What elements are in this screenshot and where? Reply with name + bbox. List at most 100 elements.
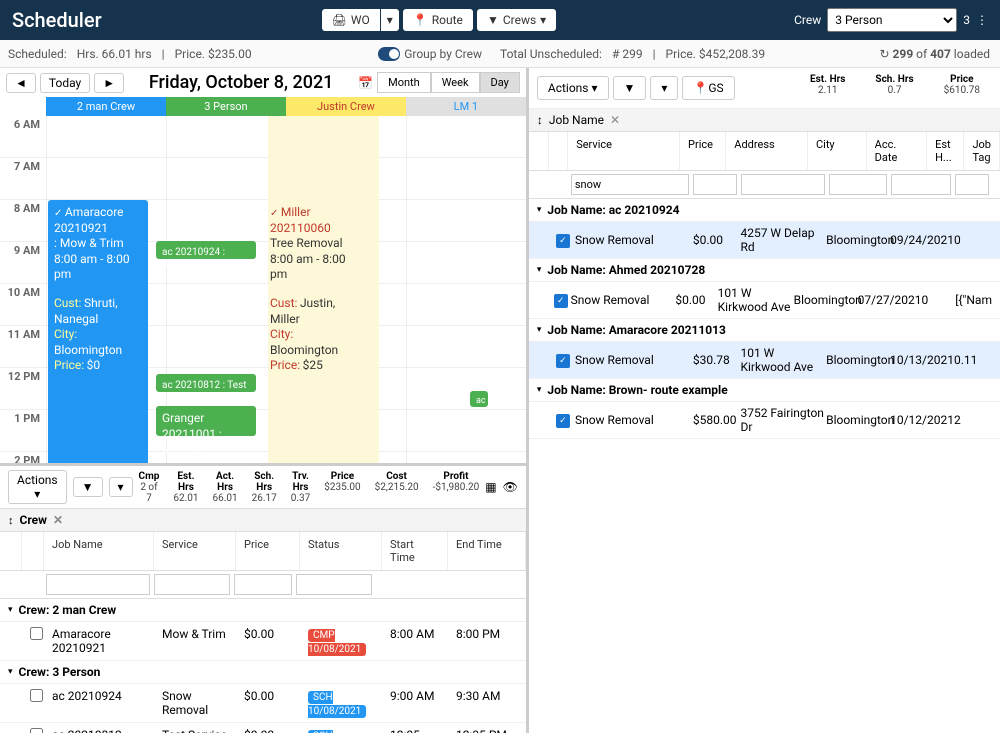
right-column: Actions ▾ ▼ ▾ 📍GS Est. Hrs2.11Sch. Hrs0.… [529,68,1000,733]
rcol-price[interactable]: Price [680,132,726,170]
today-button[interactable]: Today [40,73,90,93]
group-toggle[interactable] [378,47,400,61]
group-row[interactable]: ▾Crew: 2 man Crew [0,599,526,622]
jobname-row[interactable]: ▾Job Name: Amaracore 20211013 [529,319,1000,342]
event-ac2[interactable]: ac 20210812 : Test [156,374,256,392]
filter-service[interactable] [154,574,230,595]
loaded-status: ↻ 299 of 407 loaded [880,47,991,61]
col-price[interactable]: Price [236,532,300,570]
crew-select[interactable]: 3 Person [827,8,957,32]
bottom-grid: Actions ▾ ▼ ▾ Cmp2 of 7Est. Hrs62.01Act.… [0,463,526,733]
next-button[interactable]: ► [94,73,124,93]
event-miller[interactable]: ✓ Miller 202110060 Tree Removal 8:00 am … [264,200,364,463]
crew-head-2[interactable]: 3 Person [166,97,286,116]
unscheduled-label: Total Unscheduled: [500,47,602,61]
bottom-filter-row [0,571,526,599]
r-filter-caret[interactable]: ▾ [650,76,678,100]
eye-icon[interactable]: 👁 [503,480,518,494]
right-summary: Est. Hrs2.11Sch. Hrs0.7Price$610.78 [798,74,992,102]
rcol-tag[interactable]: Job Tag [964,132,1000,170]
refresh-icon[interactable]: ↻ [880,47,890,61]
event-ac1[interactable]: ac 20210924 : Snow [156,241,256,259]
right-toolbar: Actions ▾ ▼ ▾ 📍GS Est. Hrs2.11Sch. Hrs0.… [529,68,1000,109]
checkbox[interactable]: ✓ [556,234,570,248]
scheduled-hrs: Hrs. 66.01 hrs [77,47,152,61]
right-filter-row [529,171,1000,199]
top-bar: Scheduler 🖨 WO ▾ 📍 Route ▼ Crews ▾ Crew … [0,0,1000,40]
close-icon[interactable]: ✕ [53,513,63,527]
unscheduled-count: # 299 [612,47,643,61]
table-row[interactable]: ✓Snow Removal$0.00101 W Kirkwood AveBloo… [529,282,1000,319]
hour-row: 6 AM [0,116,526,158]
group-row[interactable]: ▾Crew: 3 Person [0,661,526,684]
checkbox[interactable]: ✓ [554,294,568,308]
rcol-service[interactable]: Service [568,132,680,170]
col-service[interactable]: Service [154,532,236,570]
filter-r-city[interactable] [829,174,887,195]
filter-jobname[interactable] [46,574,150,595]
crews-button[interactable]: ▼ Crews ▾ [477,9,556,31]
table-row[interactable]: Amaracore 20210921Mow & Trim$0.00CMP 10/… [0,622,526,661]
group-crew: ↕ Crew ✕ [0,508,526,532]
top-buttons: 🖨 WO ▾ 📍 Route ▼ Crews ▾ [322,9,557,31]
sub-bar-right: Total Unscheduled: # 299| Price. $452,20… [490,40,1000,67]
crew-head-4[interactable]: LM 1 [406,97,526,116]
week-view[interactable]: Week [431,72,480,93]
filter-caret[interactable]: ▾ [109,477,133,497]
rcol-city[interactable]: City [808,132,867,170]
filter-r-price[interactable] [693,174,737,195]
filter-button[interactable]: ▼ [73,477,103,497]
table-row[interactable]: ac 20210812Test Service$0.00SCH 10/08/20… [0,723,526,733]
route-button[interactable]: 📍 Route [403,9,473,31]
filter-price[interactable] [234,574,292,595]
checkbox[interactable]: ✓ [556,354,570,368]
event-granger[interactable]: Granger 20211001 :Mowing [156,406,256,436]
col-jobname[interactable]: Job Name [44,532,154,570]
jobname-row[interactable]: ▾Job Name: Ahmed 20210728 [529,259,1000,282]
grid-icon[interactable]: ▦ [485,480,496,494]
event-ac3[interactable]: ac [470,391,488,407]
month-view[interactable]: Month [377,72,431,93]
app-title: Scheduler [12,8,102,32]
table-row[interactable]: ac 20210924Snow Removal$0.00SCH 10/08/20… [0,684,526,723]
jobname-group: ↕ Job Name ✕ [529,109,1000,132]
crew-head-1[interactable]: 2 man Crew [46,97,166,116]
r-filter[interactable]: ▼ [613,76,647,100]
rcol-date[interactable]: Acc. Date [867,132,927,170]
calendar-icon[interactable]: 📅 [358,76,373,90]
day-view[interactable]: Day [480,72,520,93]
crew-selector: Crew 3 Person 3 ⋮ [794,8,988,32]
rcol-est[interactable]: Est H... [927,132,964,170]
crew-head-3[interactable]: Justin Crew [286,97,406,116]
actions-button[interactable]: Actions ▾ [8,470,67,504]
filter-r-service[interactable] [571,174,689,195]
col-start[interactable]: Start Time [382,532,448,570]
col-status[interactable]: Status [300,532,382,570]
filter-r-est[interactable] [955,174,989,195]
crew-count: 3 [963,13,970,27]
col-end[interactable]: End Time [448,532,526,570]
filter-status[interactable] [296,574,372,595]
gs-button[interactable]: 📍GS [682,76,734,100]
toggle-label: Group by Crew [404,47,482,61]
r-actions[interactable]: Actions ▾ [537,76,609,100]
prev-button[interactable]: ◄ [6,73,36,93]
checkbox[interactable]: ✓ [556,414,570,428]
wo-caret[interactable]: ▾ [381,9,399,31]
calendar-body: 6 AM7 AM8 AM9 AM10 AM11 AM12 PM1 PM2 PM … [0,116,526,463]
table-row[interactable]: ✓Snow Removal$30.78101 W Kirkwood AveBlo… [529,342,1000,379]
jobname-row[interactable]: ▾Job Name: Brown- route example [529,379,1000,402]
sub-bar-left: Scheduled: Hrs. 66.01 hrs| Price. $235.0… [0,40,490,67]
left-column: ◄ Today ► Friday, October 8, 2021 📅 Mont… [0,68,529,733]
wo-button[interactable]: 🖨 WO [322,9,380,31]
event-amaracore[interactable]: ✓ Amaracore 20210921 : Mow & Trim 8:00 a… [48,200,148,463]
close-icon[interactable]: ✕ [610,113,620,127]
table-row[interactable]: ✓Snow Removal$580.003752 Fairington DrBl… [529,402,1000,439]
filter-r-date[interactable] [891,174,951,195]
jobname-row[interactable]: ▾Job Name: ac 20210924 [529,199,1000,222]
table-row[interactable]: ✓Snow Removal$0.004257 W Delap RdBloomin… [529,222,1000,259]
rcol-address[interactable]: Address [726,132,808,170]
hour-row: 7 AM [0,158,526,200]
menu-icon[interactable]: ⋮ [976,13,988,27]
filter-r-addr[interactable] [741,174,825,195]
